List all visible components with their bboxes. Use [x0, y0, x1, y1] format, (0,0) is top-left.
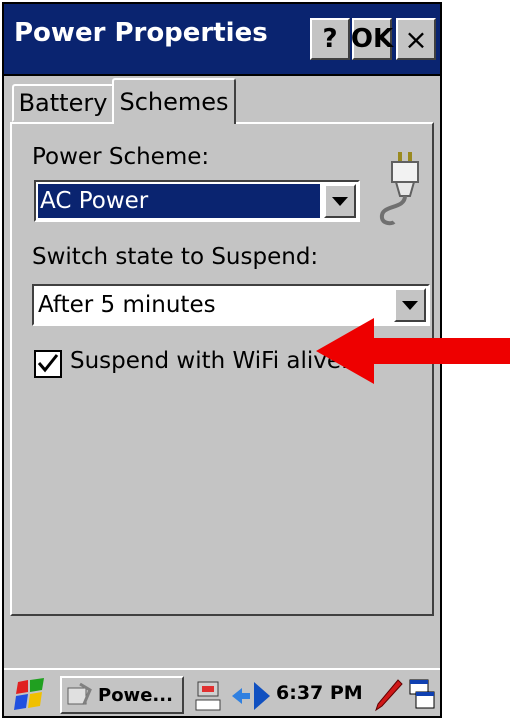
checkmark-icon [37, 354, 59, 373]
power-app-icon [67, 682, 92, 705]
power-scheme-label: Power Scheme: [32, 144, 210, 170]
close-button[interactable]: × [396, 18, 436, 60]
connection-arrow-icon[interactable] [228, 680, 272, 712]
tab-battery[interactable]: Battery [12, 84, 114, 122]
pen-input-icon[interactable] [374, 678, 404, 712]
wifi-alive-checkbox[interactable] [34, 350, 62, 378]
power-scheme-dropdown[interactable]: AC Power [34, 180, 360, 222]
network-icon[interactable] [194, 678, 224, 712]
ok-button[interactable]: OK [351, 18, 393, 60]
suspend-dropdown-button[interactable] [394, 288, 426, 322]
window-switch-icon[interactable] [408, 678, 436, 712]
tab-schemes[interactable]: Schemes [112, 78, 236, 124]
wifi-alive-label[interactable]: Suspend with WiFi alive. [70, 348, 348, 374]
power-scheme-dropdown-button[interactable] [324, 184, 356, 218]
clock[interactable]: 6:37 PM [276, 682, 363, 704]
power-plug-icon [380, 152, 419, 226]
chevron-down-icon [332, 196, 348, 206]
windows-start-icon[interactable] [12, 678, 48, 712]
tab-strip: Battery Schemes [4, 76, 440, 124]
taskbar-app-label: Powe... [98, 684, 173, 706]
chevron-down-icon [402, 300, 418, 310]
suspend-label: Switch state to Suspend: [32, 244, 319, 270]
help-button[interactable]: ? [310, 18, 350, 60]
window-title: Power Properties [14, 18, 268, 48]
annotation-arrow-icon [316, 318, 510, 384]
taskbar-app-button[interactable]: Powe... [60, 676, 184, 714]
suspend-value: After 5 minutes [38, 292, 216, 318]
title-bar: Power Properties ? OK × [4, 4, 440, 76]
power-scheme-value: AC Power [38, 184, 320, 218]
taskbar: Powe... 6:37 PM [4, 668, 440, 716]
